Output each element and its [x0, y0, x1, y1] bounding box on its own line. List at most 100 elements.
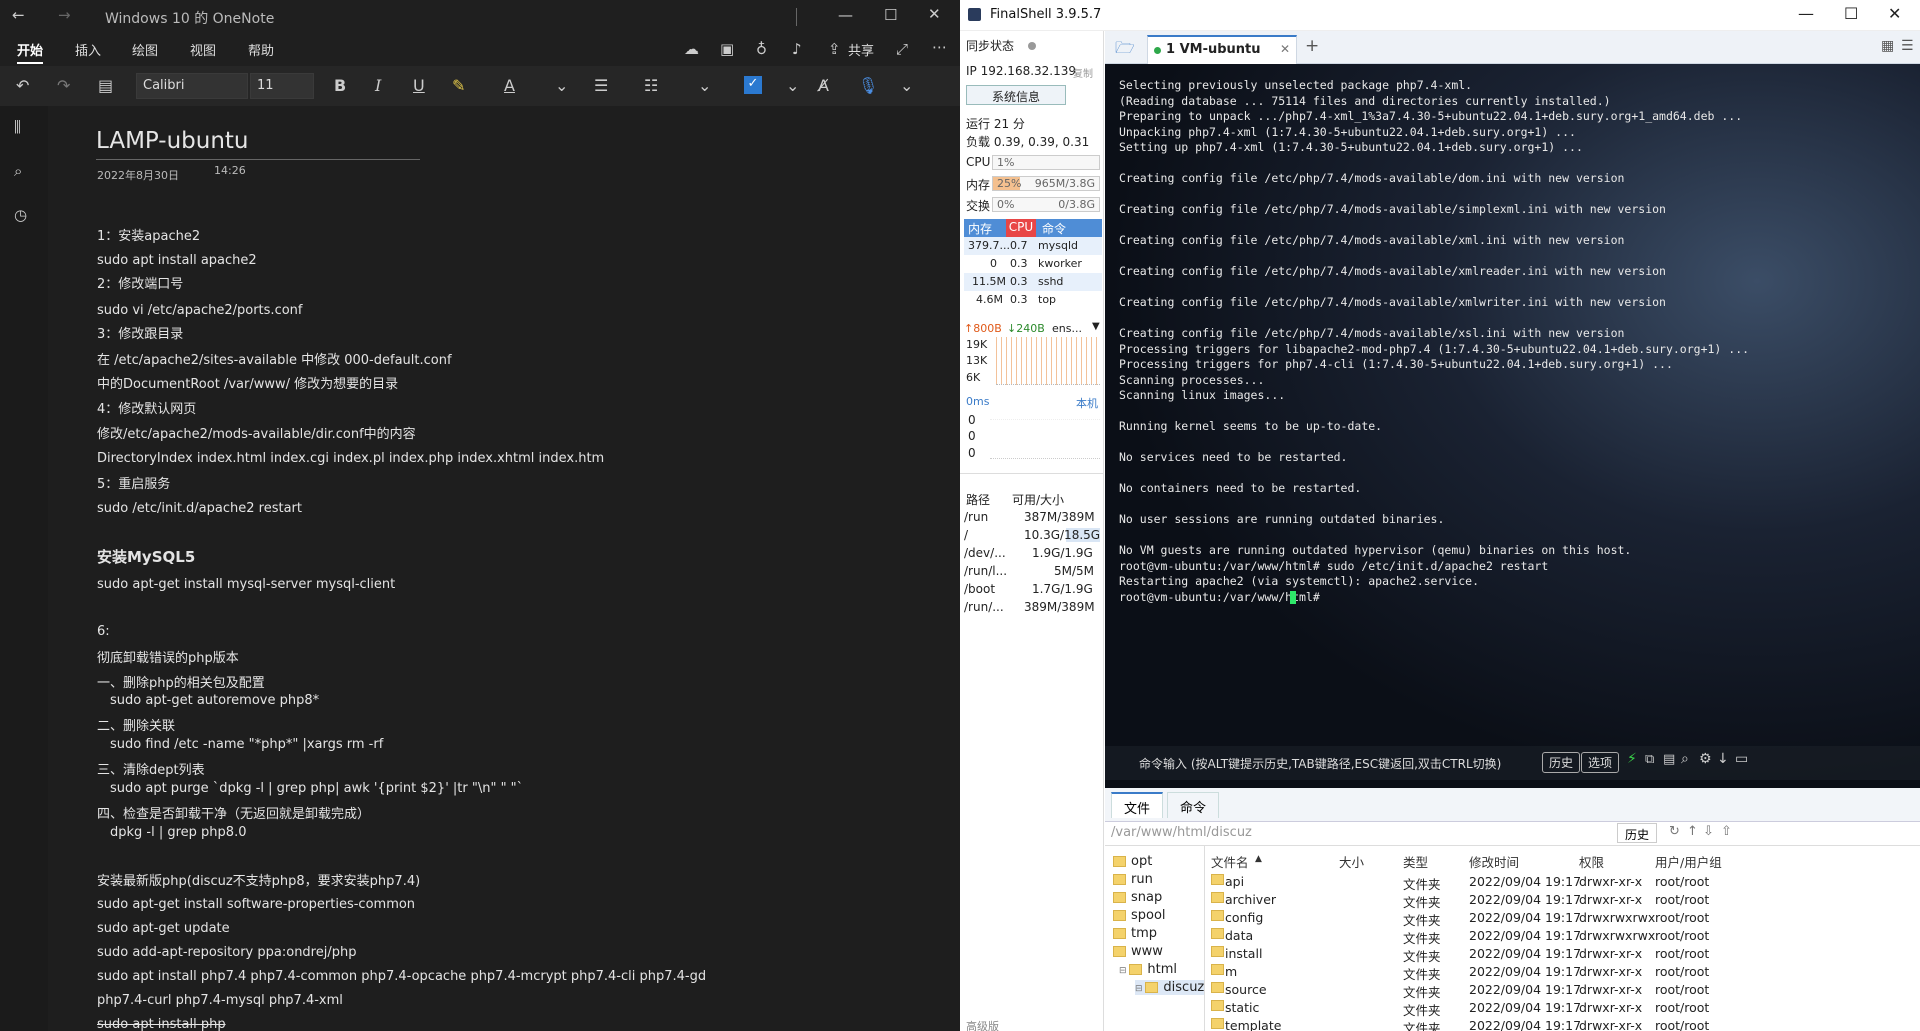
tree-item[interactable]: run [1113, 872, 1153, 887]
note-line[interactable]: sudo apt install php [97, 1017, 226, 1031]
tree-item[interactable]: opt [1113, 854, 1152, 869]
sync-icon[interactable]: ☁ [684, 40, 699, 58]
note-line[interactable]: 安装最新版php(discuz不支持php8，要求安装php7.4) [97, 870, 420, 889]
italic-icon[interactable]: I [375, 76, 381, 95]
note-line[interactable]: 3：修改跟目录 [97, 323, 183, 342]
collapse-icon[interactable]: ⊟ [1135, 984, 1145, 994]
chevron-down-icon[interactable]: ▼ [1092, 321, 1100, 332]
close-icon[interactable]: ✕ [928, 5, 941, 23]
sysinfo-button[interactable]: 系统信息 [966, 85, 1066, 105]
chevron-down-icon[interactable]: ⌄ [698, 76, 711, 95]
note-line[interactable]: 三、清除dept列表 [97, 759, 205, 778]
search-icon[interactable]: ⌕ [1681, 751, 1689, 767]
note-line[interactable]: 彻底卸载错误的php版本 [97, 647, 239, 666]
note-line[interactable]: sudo vi /etc/apache2/ports.conf [97, 303, 302, 318]
numbering-icon[interactable]: ☷ [644, 76, 658, 95]
file-row[interactable]: source 文件夹 2022/09/04 19:17 drwxr-xr-x root/… [1205, 980, 1765, 1000]
download-icon[interactable]: ⇩ [1703, 824, 1714, 839]
window-icon[interactable]: ▭ [1735, 751, 1748, 767]
col-type[interactable]: 类型 [1403, 852, 1428, 871]
process-row[interactable]: 11.5M 0.3 sshd [964, 273, 1102, 291]
dictate-icon[interactable]: 🎙 [858, 76, 878, 95]
process-row[interactable]: 379.7... 0.7 mysqld [964, 237, 1102, 255]
share-icon[interactable]: ⇪ [828, 40, 841, 58]
path-input[interactable]: /var/www/html/discuz [1111, 825, 1252, 840]
search-icon[interactable]: ⌕ [14, 162, 22, 180]
close-tab-icon[interactable]: ✕ [1280, 42, 1290, 56]
note-line[interactable]: 4：修改默认网页 [97, 398, 196, 417]
note-line[interactable]: 中的DocumentRoot /var/www/ 修改为想要的目录 [97, 373, 398, 392]
font-size-field[interactable]: 11 [250, 73, 314, 99]
menu-draw[interactable]: 绘图 [132, 40, 158, 59]
file-row[interactable]: static 文件夹 2022/09/04 19:17 drwxr-xr-x root/… [1205, 998, 1765, 1018]
highlight-icon[interactable]: ✎ [452, 76, 465, 95]
note-line[interactable]: php7.4-curl php7.4-mysql php7.4-xml [97, 993, 343, 1008]
bold-icon[interactable]: B [334, 76, 346, 95]
file-row[interactable]: template 文件夹 2022/09/04 19:17 drwxr-xr-x roo… [1205, 1016, 1765, 1031]
note-line[interactable]: 二、删除关联 [97, 715, 175, 734]
font-color-icon[interactable]: A [504, 76, 515, 95]
file-row[interactable]: api 文件夹 2022/09/04 19:17 drwxr-xr-x root/roo… [1205, 872, 1765, 892]
bell-icon[interactable]: ♪ [792, 40, 802, 58]
col-cpu[interactable]: CPU [1006, 219, 1036, 237]
file-row[interactable]: install 文件夹 2022/09/04 19:17 drwxr-xr-x root… [1205, 944, 1765, 964]
file-row[interactable]: config 文件夹 2022/09/04 19:17 drwxrwxrwx root/… [1205, 908, 1765, 928]
chevron-down-icon[interactable]: ⌄ [786, 76, 799, 95]
note-line[interactable]: sudo apt purge `dpkg -l | grep php| awk … [110, 781, 523, 796]
note-line[interactable]: 在 /etc/apache2/sites-available 中修改 000-d… [97, 349, 452, 368]
list-view-icon[interactable]: ☰ [1901, 38, 1914, 54]
menu-view[interactable]: 视图 [190, 40, 216, 59]
redo-icon[interactable]: ↷ [57, 76, 70, 95]
col-modified[interactable]: 修改时间 [1469, 852, 1519, 871]
todo-checkbox-icon[interactable]: ✓ [744, 76, 762, 94]
scroll-down-icon[interactable]: ↓ [1717, 751, 1729, 767]
note-line[interactable]: 1：安装apache2 [97, 225, 200, 244]
note-line[interactable]: 四、检查是否卸载干净（无返回就是卸载完成） [97, 803, 370, 822]
history-button[interactable]: 历史 [1542, 752, 1581, 773]
recent-clock-icon[interactable]: ◷ [14, 206, 27, 224]
note-line[interactable]: 2：修改端口号 [97, 273, 183, 292]
note-line[interactable]: sudo /etc/init.d/apache2 restart [97, 501, 302, 516]
copy-icon[interactable]: ⧉ [1645, 752, 1654, 767]
back-arrow-icon[interactable]: ← [12, 6, 25, 24]
note-line[interactable]: sudo apt install php7.4 php7.4-common ph… [97, 969, 706, 984]
underline-icon[interactable]: U [413, 76, 425, 95]
col-permission[interactable]: 权限 [1579, 852, 1604, 871]
options-button[interactable]: 选项 [1581, 752, 1620, 773]
spelling-icon[interactable]: A̸ [818, 76, 829, 95]
note-line[interactable]: sudo apt-get install software-properties… [97, 897, 415, 912]
note-line[interactable]: 5：重启服务 [97, 473, 170, 492]
maximize-icon[interactable]: ☐ [884, 6, 897, 24]
file-row[interactable]: data 文件夹 2022/09/04 19:17 drwxrwxrwx root/ro… [1205, 926, 1765, 946]
maximize-icon[interactable]: ☐ [1844, 4, 1858, 23]
share-button[interactable]: 共享 [848, 40, 874, 59]
paste-icon[interactable]: ▤ [1663, 752, 1675, 767]
forward-arrow-icon[interactable]: → [58, 6, 71, 24]
col-cmd[interactable]: 命令 [1042, 220, 1066, 237]
ping-host[interactable]: 本机 [1076, 395, 1098, 411]
tree-item-selected[interactable]: ⊟ discuz [1135, 980, 1205, 995]
bullets-icon[interactable]: ☰ [594, 76, 608, 95]
chevron-down-icon[interactable]: ⌄ [900, 76, 913, 95]
note-line[interactable]: dpkg -l | grep php8.0 [110, 825, 246, 840]
col-owner[interactable]: 用户/用户组 [1655, 852, 1722, 871]
file-row[interactable]: archiver 文件夹 2022/09/04 19:17 drwxr-xr-x roo… [1205, 890, 1765, 910]
copy-link[interactable]: 复制 [1073, 65, 1093, 80]
up-dir-icon[interactable]: ↑ [1687, 824, 1698, 839]
tree-item[interactable]: tmp [1113, 926, 1157, 941]
note-line[interactable]: 修改/etc/apache2/mods-available/dir.conf中的… [97, 423, 416, 442]
col-mem[interactable]: 内存 [968, 220, 992, 237]
gear-icon[interactable]: ⚙ [1699, 751, 1712, 767]
file-row[interactable]: m 文件夹 2022/09/04 19:17 drwxr-xr-x root/root [1205, 962, 1765, 982]
process-row[interactable]: 4.6M 0.3 top [964, 291, 1102, 309]
tab-vm-ubuntu[interactable]: 1 VM-ubuntu ✕ [1147, 35, 1297, 64]
process-row[interactable]: 0 0.3 kworker [964, 255, 1102, 273]
collapse-icon[interactable]: ⊟ [1119, 966, 1129, 976]
note-line[interactable]: sudo find /etc -name "*php*" |xargs rm -… [110, 737, 383, 752]
command-input-bar[interactable]: 命令输入 (按ALT键提示历史,TAB键路径,ESC键返回,双击CTRL切换) 历… [1105, 746, 1920, 780]
chevron-down-icon[interactable]: ⌄ [555, 76, 568, 95]
note-line[interactable]: 一、删除php的相关包及配置 [97, 672, 265, 691]
path-history-button[interactable]: 历史 [1617, 823, 1657, 843]
lightbulb-icon[interactable]: ♁ [756, 40, 767, 58]
tree-item[interactable]: spool [1113, 908, 1166, 923]
